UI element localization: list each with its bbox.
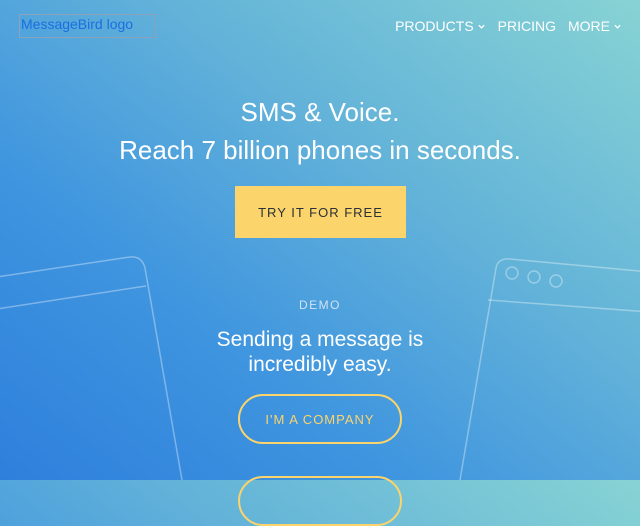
secondary-option-button[interactable] xyxy=(238,476,402,526)
hero-title: SMS & Voice. xyxy=(240,97,400,127)
nav-more-label: MORE xyxy=(568,18,610,34)
right-phone-dot-1 xyxy=(505,266,519,280)
right-phone-dot-3 xyxy=(549,274,563,288)
nav-more[interactable]: MORE xyxy=(568,18,622,34)
demo-title-line-1: Sending a message is xyxy=(216,328,424,351)
messagebird-logo[interactable]: MessageBird logo xyxy=(19,14,156,38)
nav-products[interactable]: PRODUCTS xyxy=(395,18,486,34)
demo-title-line-2: incredibly easy. xyxy=(248,353,392,376)
demo-label: DEMO xyxy=(299,298,341,312)
try-it-for-free-button[interactable]: TRY IT FOR FREE xyxy=(235,186,406,238)
nav-pricing[interactable]: PRICING xyxy=(498,18,556,34)
chevron-down-icon xyxy=(614,24,621,29)
chevron-down-icon xyxy=(478,24,485,29)
top-nav: PRODUCTS PRICING MORE xyxy=(383,18,622,34)
hero-subtitle: Reach 7 billion phones in seconds. xyxy=(119,135,521,165)
nav-products-label: PRODUCTS xyxy=(395,18,474,34)
demo-title: Sending a message is incredibly easy. xyxy=(0,327,640,377)
nav-pricing-label: PRICING xyxy=(497,18,556,34)
im-a-company-button[interactable]: I'M A COMPANY xyxy=(238,394,402,444)
right-phone-dot-2 xyxy=(527,270,541,284)
